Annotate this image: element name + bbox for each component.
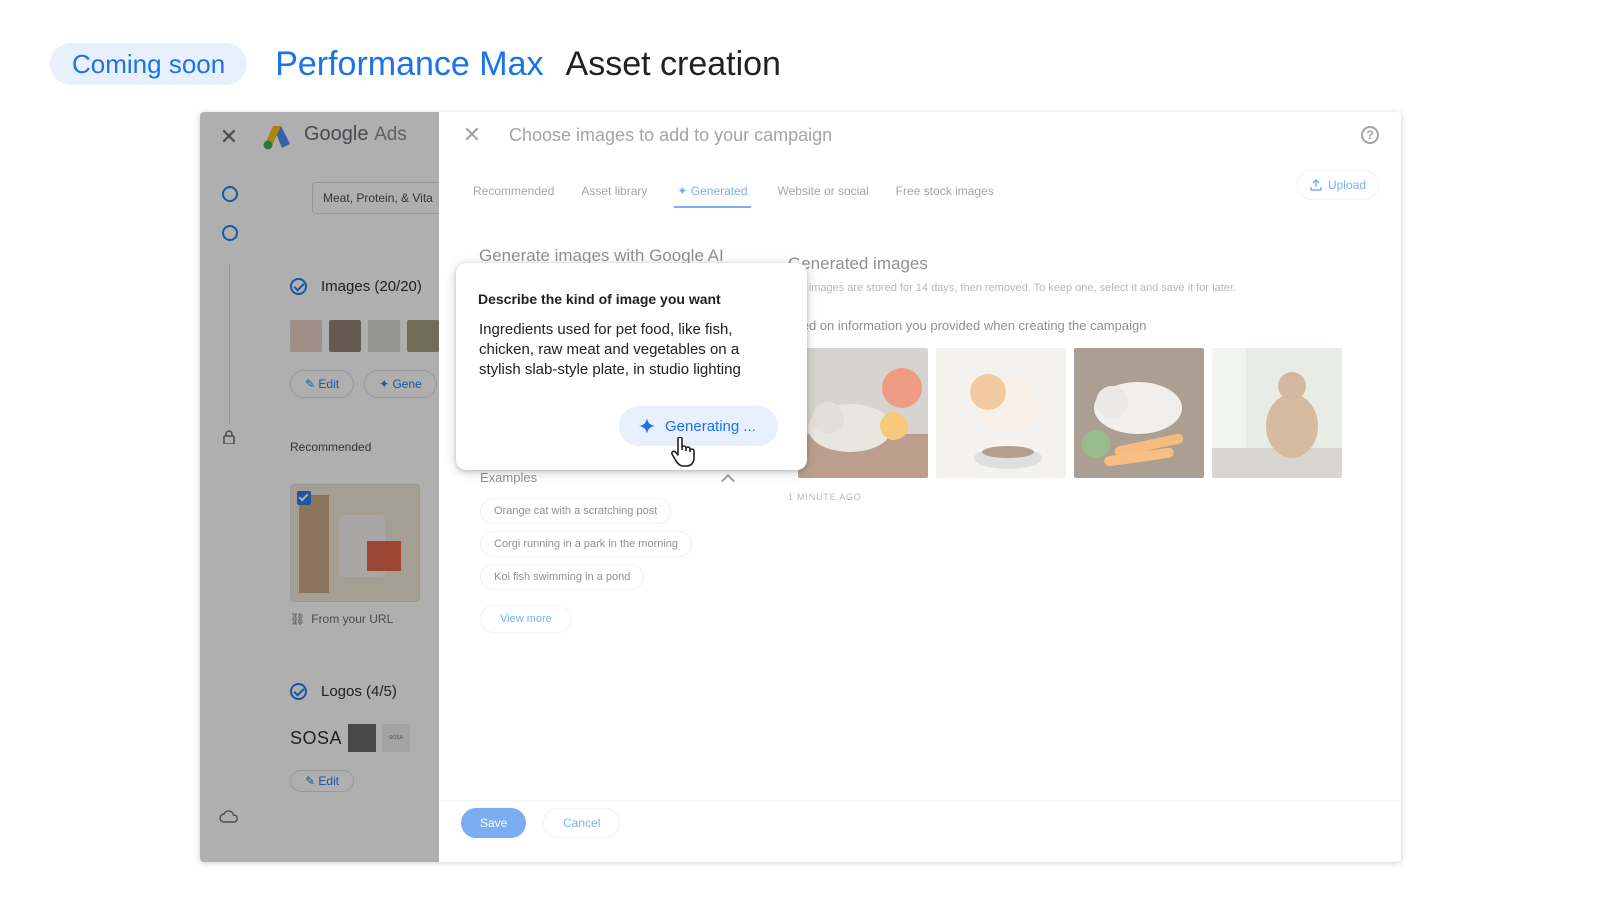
generate-images-button[interactable]: ✦ Gene [364,370,437,398]
chevron-up-icon[interactable] [720,473,736,489]
examples-header[interactable]: Examples [480,470,739,489]
left-pane: ✕ Google Ads Meat, Protein, & Vita Image… [200,112,439,862]
images-section-title: Images (20/20) [290,278,422,295]
lock-icon [223,430,235,444]
dialog-close-icon[interactable]: ✕ [461,124,483,146]
recommended-image-card[interactable] [290,484,420,602]
step-current-icon [222,225,238,241]
headline: Coming soon Performance Max Asset creati… [50,42,781,86]
generated-images-heading: Generated images [788,254,928,273]
footer-divider [439,800,1401,801]
headline-product: Performance Max [275,44,544,83]
check-circle-icon [290,683,307,700]
image-thumbnail[interactable] [368,320,400,352]
image-picker-dialog: ✕ Choose images to add to your campaign … [439,112,1401,862]
generated-image[interactable] [936,348,1066,478]
coming-soon-badge: Coming soon [50,43,248,85]
based-on-caption: ased on information you provided when cr… [788,318,1147,333]
logos-section-title: Logos (4/5) [290,683,397,700]
upload-button[interactable]: Upload [1296,170,1379,200]
google-ads-wordmark: Google Ads [304,123,407,145]
tab-asset-library[interactable]: Asset library [581,182,647,208]
example-prompt-chip[interactable]: Corgi running in a park in the morning [480,531,693,557]
check-circle-icon [290,278,307,295]
close-icon[interactable]: ✕ [218,126,240,148]
headline-feature: Asset creation [565,44,781,83]
hand-cursor-icon [671,437,695,467]
cloud-save-icon [219,810,238,823]
business-name-field[interactable]: Meat, Protein, & Vita [312,182,439,214]
prompt-label: Describe the kind of image you want [478,291,721,307]
logo-sosa-text[interactable]: SOSA [290,728,342,749]
step-complete-icon [222,186,238,202]
generated-image[interactable] [798,348,928,478]
recommended-label: Recommended [290,440,372,454]
prompt-input[interactable]: Ingredients used for pet food, like fish… [479,320,779,380]
generated-image[interactable] [1074,348,1204,478]
generating-button[interactable]: Generating ... [619,406,778,446]
tab-generated[interactable]: ✦ Generated [674,182,751,208]
image-thumbnail[interactable] [407,320,439,352]
help-icon[interactable]: ? [1361,126,1379,144]
example-prompt-chip[interactable]: Koi fish swimming in a pond [480,564,645,590]
from-url-caption: ⛓ From your URL [290,612,394,626]
sparkle-icon [639,418,655,434]
tab-website-or-social[interactable]: Website or social [778,182,869,208]
edit-logos-button[interactable]: ✎ Edit [290,770,355,792]
tab-free-stock-images[interactable]: Free stock images [896,182,994,208]
example-prompt-chip[interactable]: Orange cat with a scratching post [480,498,672,524]
image-thumbnails [290,320,439,352]
generated-images-note: ese images are stored for 14 days, then … [788,282,1236,294]
cancel-button[interactable]: Cancel [543,808,621,838]
logo-thumbnails: SOSA SOSA [290,724,411,752]
generated-image[interactable] [1212,348,1342,478]
link-icon: ⛓ [290,612,306,626]
images-actions: ✎ Edit ✦ Gene [290,370,437,398]
upload-icon [1310,179,1322,191]
image-thumbnail[interactable] [329,320,361,352]
selected-checkbox-icon[interactable] [297,491,311,505]
image-thumbnail[interactable] [290,320,322,352]
step-rail [229,264,230,424]
generated-image-grid [798,348,1342,478]
save-button[interactable]: Save [461,808,527,838]
logo-thumbnail[interactable]: SOSA [382,724,411,752]
tab-recommended[interactable]: Recommended [473,182,554,208]
view-more-button[interactable]: View more [480,605,572,633]
edit-images-button[interactable]: ✎ Edit [290,370,355,398]
google-ads-logo-icon [263,126,290,150]
logo-thumbnail[interactable] [348,724,377,752]
dialog-title: Choose images to add to your campaign [509,125,833,145]
prompt-card: Describe the kind of image you want Ingr… [456,263,807,470]
image-source-tabs: Recommended Asset library ✦ Generated We… [473,182,1021,208]
generated-time-ago: 1 MINUTE AGO [788,492,862,502]
app-window: ✕ Google Ads Meat, Protein, & Vita Image… [200,112,1401,862]
